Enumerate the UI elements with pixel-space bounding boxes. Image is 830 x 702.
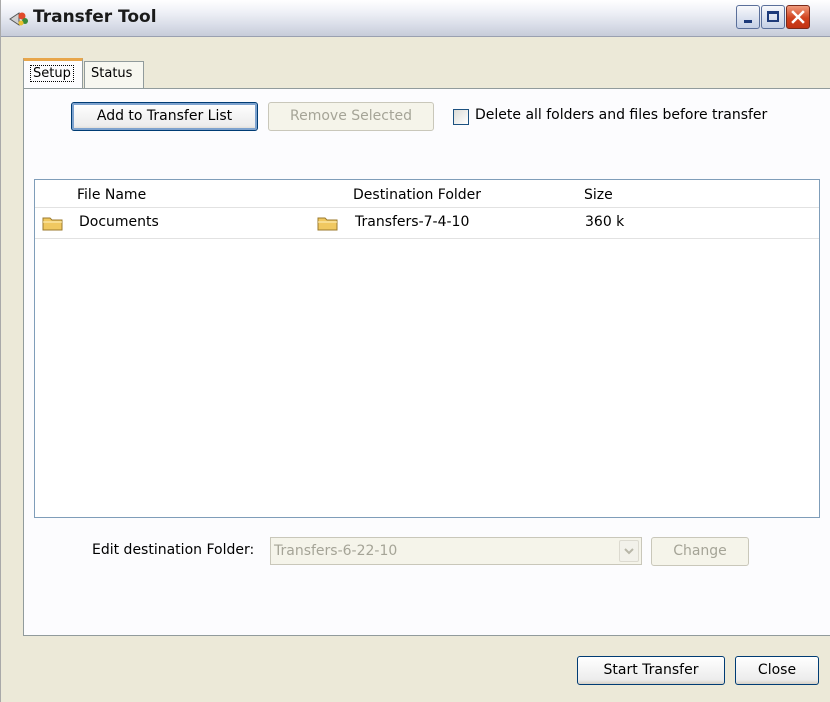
tab-status-label: Status — [91, 66, 133, 81]
close-icon — [791, 10, 805, 24]
transfer-tool-icon — [9, 12, 28, 26]
start-transfer-button[interactable]: Start Transfer — [577, 656, 725, 685]
title-bar[interactable]: Transfer Tool — [1, 0, 830, 37]
file-name-cell: Documents — [79, 214, 159, 230]
tab-setup-label: Setup — [30, 65, 74, 82]
transfer-tool-window: Transfer Tool Setup Status Add to Transf… — [0, 0, 830, 702]
column-header-file-name[interactable]: File Name — [77, 187, 146, 203]
destination-folder-select[interactable]: Transfers-6-22-10 — [270, 537, 642, 565]
tab-setup[interactable]: Setup — [23, 58, 83, 88]
destination-folder-value: Transfers-6-22-10 — [274, 543, 398, 559]
table-row[interactable]: Documents Transfers-7-4-10 360 k — [35, 207, 819, 239]
column-header-size[interactable]: Size — [584, 187, 613, 203]
edit-destination-label: Edit destination Folder: — [92, 542, 255, 558]
change-button[interactable]: Change — [651, 537, 749, 566]
tab-status[interactable]: Status — [84, 61, 144, 88]
folder-icon — [317, 217, 338, 231]
transfer-list[interactable]: File Name Destination Folder Size Docume… — [34, 179, 820, 518]
remove-selected-button[interactable]: Remove Selected — [268, 102, 434, 131]
maximize-icon — [767, 11, 779, 22]
close-window-button[interactable] — [786, 5, 810, 29]
destination-folder-cell: Transfers-7-4-10 — [355, 214, 470, 230]
chevron-down-icon — [624, 548, 634, 555]
size-cell: 360 k — [585, 214, 625, 230]
column-header-destination-folder[interactable]: Destination Folder — [353, 187, 481, 203]
window-title: Transfer Tool — [33, 7, 157, 27]
delete-before-transfer-label: Delete all folders and files before tran… — [475, 107, 768, 123]
close-button[interactable]: Close — [735, 656, 819, 685]
dropdown-arrow-button[interactable] — [619, 540, 639, 562]
minimize-button[interactable] — [736, 5, 760, 29]
maximize-button[interactable] — [761, 5, 785, 29]
folder-icon — [42, 217, 63, 231]
minimize-icon — [744, 20, 752, 23]
add-to-transfer-list-button[interactable]: Add to Transfer List — [71, 102, 258, 131]
delete-before-transfer-checkbox[interactable] — [453, 109, 469, 125]
